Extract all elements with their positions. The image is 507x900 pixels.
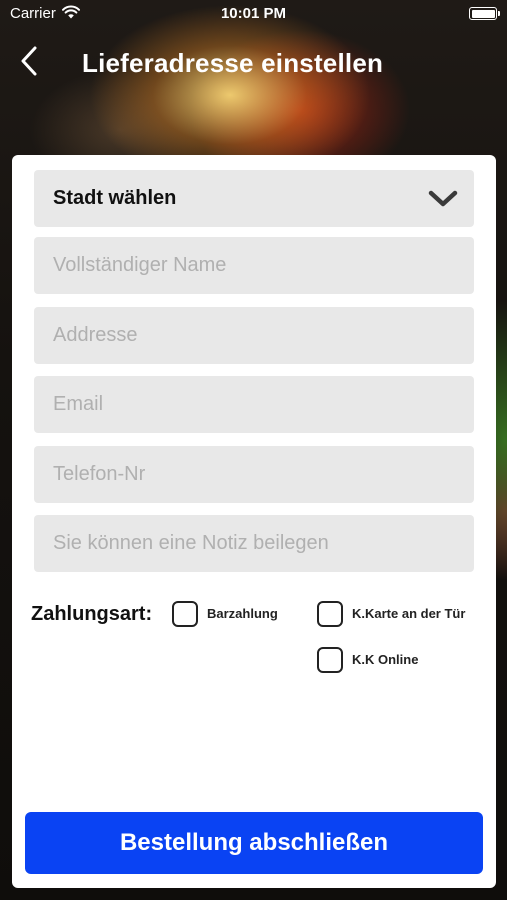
email-field[interactable] xyxy=(34,376,474,433)
full-name-field[interactable] xyxy=(34,237,474,294)
submit-order-button[interactable]: Bestellung abschließen xyxy=(25,812,483,874)
checkbox[interactable] xyxy=(172,601,198,627)
payment-option-label: K.Karte an der Tür xyxy=(352,606,466,621)
status-bar: Carrier 10:01 PM xyxy=(0,0,507,28)
chevron-left-icon xyxy=(21,46,37,76)
payment-method-label: Zahlungsart: xyxy=(31,603,153,625)
back-button[interactable] xyxy=(14,44,48,78)
delivery-address-form: Stadt wählen Zahlungsart: Barzahlung K.K… xyxy=(12,155,496,888)
city-select-value: Stadt wählen xyxy=(53,187,177,209)
address-field[interactable] xyxy=(34,307,474,364)
battery-icon xyxy=(469,7,500,20)
note-field[interactable] xyxy=(34,515,474,572)
checkbox[interactable] xyxy=(317,647,343,673)
payment-option-label: Barzahlung xyxy=(207,606,278,621)
clock: 10:01 PM xyxy=(220,5,287,22)
navigation-bar: Lieferadresse einstellen xyxy=(0,36,507,88)
checkbox[interactable] xyxy=(317,601,343,627)
city-select[interactable]: Stadt wählen xyxy=(34,170,474,227)
page-title: Lieferadresse einstellen xyxy=(82,48,384,78)
phone-field[interactable] xyxy=(34,446,474,503)
chevron-down-icon xyxy=(428,190,458,207)
payment-option-label: K.K Online xyxy=(352,652,419,667)
